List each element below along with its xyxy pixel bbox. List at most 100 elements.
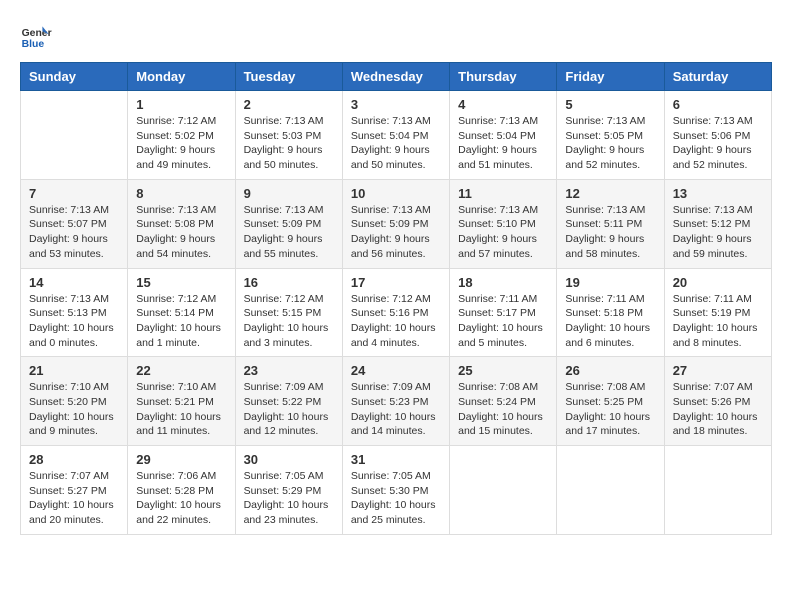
day-info: Sunrise: 7:12 AM Sunset: 5:02 PM Dayligh…: [136, 114, 226, 173]
day-info: Sunrise: 7:13 AM Sunset: 5:06 PM Dayligh…: [673, 114, 763, 173]
page-header: General Blue: [20, 20, 772, 52]
day-number: 5: [565, 97, 655, 112]
calendar-cell: 29 Sunrise: 7:06 AM Sunset: 5:28 PM Dayli…: [128, 446, 235, 535]
calendar-week-row: 28 Sunrise: 7:07 AM Sunset: 5:27 PM Dayli…: [21, 446, 772, 535]
day-info: Sunrise: 7:05 AM Sunset: 5:30 PM Dayligh…: [351, 469, 441, 528]
calendar-cell: 2 Sunrise: 7:13 AM Sunset: 5:03 PM Daylig…: [235, 91, 342, 180]
day-number: 25: [458, 363, 548, 378]
day-info: Sunrise: 7:13 AM Sunset: 5:12 PM Dayligh…: [673, 203, 763, 262]
calendar-cell: 20 Sunrise: 7:11 AM Sunset: 5:19 PM Dayli…: [664, 268, 771, 357]
calendar-cell: 22 Sunrise: 7:10 AM Sunset: 5:21 PM Dayli…: [128, 357, 235, 446]
day-info: Sunrise: 7:11 AM Sunset: 5:19 PM Dayligh…: [673, 292, 763, 351]
day-number: 27: [673, 363, 763, 378]
weekday-header: Tuesday: [235, 63, 342, 91]
calendar-cell: 19 Sunrise: 7:11 AM Sunset: 5:18 PM Dayli…: [557, 268, 664, 357]
calendar-cell: 30 Sunrise: 7:05 AM Sunset: 5:29 PM Dayli…: [235, 446, 342, 535]
calendar-cell: 14Sunrise: 7:13 AM Sunset: 5:13 PM Dayli…: [21, 268, 128, 357]
calendar-cell: 28 Sunrise: 7:07 AM Sunset: 5:27 PM Dayli…: [21, 446, 128, 535]
day-info: Sunrise: 7:13 AM Sunset: 5:03 PM Dayligh…: [244, 114, 334, 173]
day-info: Sunrise: 7:13 AM Sunset: 5:04 PM Dayligh…: [458, 114, 548, 173]
day-info: Sunrise: 7:13 AM Sunset: 5:08 PM Dayligh…: [136, 203, 226, 262]
day-info: Sunrise: 7:13 AM Sunset: 5:05 PM Dayligh…: [565, 114, 655, 173]
day-number: 18: [458, 275, 548, 290]
calendar-cell: [557, 446, 664, 535]
day-info: Sunrise: 7:08 AM Sunset: 5:24 PM Dayligh…: [458, 380, 548, 439]
day-number: 30: [244, 452, 334, 467]
calendar-header-row: SundayMondayTuesdayWednesdayThursdayFrid…: [21, 63, 772, 91]
day-number: 23: [244, 363, 334, 378]
day-number: 8: [136, 186, 226, 201]
day-number: 3: [351, 97, 441, 112]
day-number: 17: [351, 275, 441, 290]
calendar-cell: 9 Sunrise: 7:13 AM Sunset: 5:09 PM Daylig…: [235, 179, 342, 268]
calendar-cell: 24Sunrise: 7:09 AM Sunset: 5:23 PM Dayli…: [342, 357, 449, 446]
day-info: Sunrise: 7:12 AM Sunset: 5:15 PM Dayligh…: [244, 292, 334, 351]
calendar-cell: 23Sunrise: 7:09 AM Sunset: 5:22 PM Dayli…: [235, 357, 342, 446]
calendar-cell: 5 Sunrise: 7:13 AM Sunset: 5:05 PM Daylig…: [557, 91, 664, 180]
day-info: Sunrise: 7:09 AM Sunset: 5:23 PM Dayligh…: [351, 380, 441, 439]
day-info: Sunrise: 7:13 AM Sunset: 5:09 PM Dayligh…: [351, 203, 441, 262]
day-number: 19: [565, 275, 655, 290]
calendar-week-row: 21 Sunrise: 7:10 AM Sunset: 5:20 PM Dayli…: [21, 357, 772, 446]
weekday-header: Monday: [128, 63, 235, 91]
day-info: Sunrise: 7:13 AM Sunset: 5:04 PM Dayligh…: [351, 114, 441, 173]
calendar-cell: 25 Sunrise: 7:08 AM Sunset: 5:24 PM Dayli…: [450, 357, 557, 446]
weekday-header: Thursday: [450, 63, 557, 91]
weekday-header: Wednesday: [342, 63, 449, 91]
calendar-cell: 18 Sunrise: 7:11 AM Sunset: 5:17 PM Dayli…: [450, 268, 557, 357]
calendar-cell: 3 Sunrise: 7:13 AM Sunset: 5:04 PM Daylig…: [342, 91, 449, 180]
day-info: Sunrise: 7:10 AM Sunset: 5:21 PM Dayligh…: [136, 380, 226, 439]
calendar-cell: [450, 446, 557, 535]
day-number: 22: [136, 363, 226, 378]
calendar-cell: 26Sunrise: 7:08 AM Sunset: 5:25 PM Dayli…: [557, 357, 664, 446]
calendar-cell: 8 Sunrise: 7:13 AM Sunset: 5:08 PM Daylig…: [128, 179, 235, 268]
day-number: 1: [136, 97, 226, 112]
day-info: Sunrise: 7:07 AM Sunset: 5:27 PM Dayligh…: [29, 469, 119, 528]
calendar-cell: 7 Sunrise: 7:13 AM Sunset: 5:07 PM Daylig…: [21, 179, 128, 268]
day-info: Sunrise: 7:05 AM Sunset: 5:29 PM Dayligh…: [244, 469, 334, 528]
day-number: 29: [136, 452, 226, 467]
day-number: 31: [351, 452, 441, 467]
svg-text:Blue: Blue: [22, 39, 45, 50]
day-number: 2: [244, 97, 334, 112]
weekday-header: Saturday: [664, 63, 771, 91]
day-info: Sunrise: 7:10 AM Sunset: 5:20 PM Dayligh…: [29, 380, 119, 439]
day-number: 7: [29, 186, 119, 201]
day-info: Sunrise: 7:13 AM Sunset: 5:11 PM Dayligh…: [565, 203, 655, 262]
day-number: 6: [673, 97, 763, 112]
day-number: 4: [458, 97, 548, 112]
day-number: 28: [29, 452, 119, 467]
calendar-cell: [21, 91, 128, 180]
calendar-cell: 21 Sunrise: 7:10 AM Sunset: 5:20 PM Dayli…: [21, 357, 128, 446]
day-info: Sunrise: 7:07 AM Sunset: 5:26 PM Dayligh…: [673, 380, 763, 439]
day-info: Sunrise: 7:12 AM Sunset: 5:16 PM Dayligh…: [351, 292, 441, 351]
calendar-cell: 11Sunrise: 7:13 AM Sunset: 5:10 PM Dayli…: [450, 179, 557, 268]
calendar-week-row: 1 Sunrise: 7:12 AM Sunset: 5:02 PM Daylig…: [21, 91, 772, 180]
day-info: Sunrise: 7:11 AM Sunset: 5:17 PM Dayligh…: [458, 292, 548, 351]
day-number: 21: [29, 363, 119, 378]
day-info: Sunrise: 7:13 AM Sunset: 5:07 PM Dayligh…: [29, 203, 119, 262]
day-number: 9: [244, 186, 334, 201]
day-number: 14: [29, 275, 119, 290]
calendar-cell: 13 Sunrise: 7:13 AM Sunset: 5:12 PM Dayli…: [664, 179, 771, 268]
day-number: 11: [458, 186, 548, 201]
calendar-cell: 27 Sunrise: 7:07 AM Sunset: 5:26 PM Dayli…: [664, 357, 771, 446]
calendar-cell: [664, 446, 771, 535]
day-number: 15: [136, 275, 226, 290]
calendar-cell: 17 Sunrise: 7:12 AM Sunset: 5:16 PM Dayli…: [342, 268, 449, 357]
calendar-body: 1 Sunrise: 7:12 AM Sunset: 5:02 PM Daylig…: [21, 91, 772, 535]
day-info: Sunrise: 7:13 AM Sunset: 5:09 PM Dayligh…: [244, 203, 334, 262]
calendar-table: SundayMondayTuesdayWednesdayThursdayFrid…: [20, 62, 772, 535]
weekday-header: Sunday: [21, 63, 128, 91]
day-info: Sunrise: 7:08 AM Sunset: 5:25 PM Dayligh…: [565, 380, 655, 439]
logo: General Blue: [20, 20, 52, 52]
day-number: 13: [673, 186, 763, 201]
calendar-cell: 10Sunrise: 7:13 AM Sunset: 5:09 PM Dayli…: [342, 179, 449, 268]
day-number: 20: [673, 275, 763, 290]
calendar-cell: 12Sunrise: 7:13 AM Sunset: 5:11 PM Dayli…: [557, 179, 664, 268]
day-info: Sunrise: 7:11 AM Sunset: 5:18 PM Dayligh…: [565, 292, 655, 351]
day-number: 16: [244, 275, 334, 290]
calendar-week-row: 7 Sunrise: 7:13 AM Sunset: 5:07 PM Daylig…: [21, 179, 772, 268]
day-info: Sunrise: 7:06 AM Sunset: 5:28 PM Dayligh…: [136, 469, 226, 528]
calendar-cell: 4 Sunrise: 7:13 AM Sunset: 5:04 PM Daylig…: [450, 91, 557, 180]
